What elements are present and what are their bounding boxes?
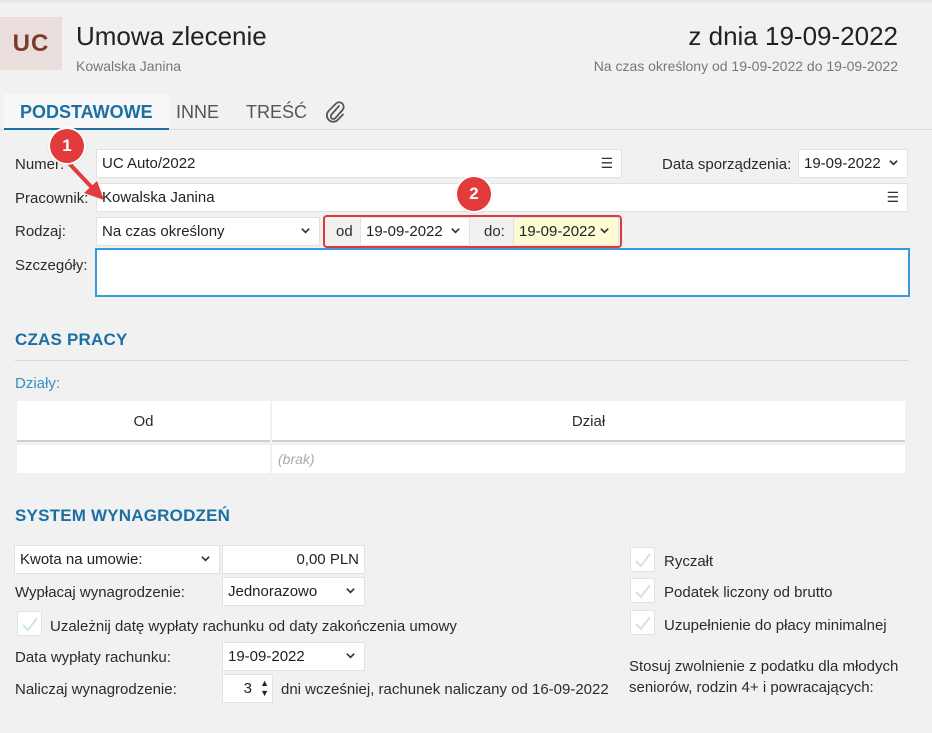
- system-wynagrodzen-title: SYSTEM WYNAGRODZEŃ: [15, 506, 231, 525]
- wyplacaj-label: Wypłacaj wynagrodzenie:: [15, 584, 185, 601]
- czas-pracy-title: CZAS PRACY: [15, 330, 128, 349]
- chevron-down-icon: [345, 644, 356, 670]
- annotation-badge-1: 1: [50, 129, 84, 163]
- kwota-type-value: Kwota na umowie:: [20, 551, 143, 568]
- chevron-down-icon: [345, 579, 356, 605]
- uzupelnienie-checkbox[interactable]: [630, 610, 655, 635]
- section-divider: [15, 360, 908, 361]
- szczegoly-label: Szczegóły:: [15, 257, 88, 274]
- tab-bar: PODSTAWOWE INNE TREŚĆ: [0, 94, 932, 130]
- uzupelnienie-label: Uzupełnienie do płacy minimalnej: [664, 617, 887, 634]
- rodzaj-value: Na czas określony: [102, 223, 225, 240]
- zwolnienie-label: Stosuj zwolnienie z podatku dla młodych …: [629, 658, 899, 696]
- tab-podstawowe[interactable]: PODSTAWOWE: [4, 94, 169, 130]
- document-date: z dnia 19-09-2022: [688, 21, 898, 51]
- naliczaj-suffix: dni wcześniej, rachunek naliczany od 16-…: [281, 681, 609, 698]
- checkmark-icon: [634, 583, 651, 599]
- wyplacaj-select[interactable]: Jednorazowo: [222, 577, 365, 606]
- top-border: [0, 0, 932, 3]
- wyplacaj-value: Jednorazowo: [228, 583, 318, 600]
- kwota-amount-input[interactable]: 0,00 PLN: [222, 545, 365, 574]
- stepper-arrows-icon[interactable]: ▲ ▼: [260, 678, 269, 698]
- chevron-down-icon: [888, 151, 899, 177]
- data-wyplaty-label: Data wypłaty rachunku:: [15, 649, 171, 666]
- numer-field[interactable]: UC Auto/2022 ☰: [96, 149, 622, 178]
- paperclip-icon: [325, 101, 345, 123]
- naliczaj-value: 3: [243, 680, 252, 697]
- table-empty-text: (brak): [272, 445, 905, 473]
- podatek-brutto-label: Podatek liczony od brutto: [664, 584, 833, 601]
- document-type-badge: UC: [0, 17, 62, 70]
- kwota-type-select[interactable]: Kwota na umowie:: [14, 545, 220, 574]
- table-cell-empty: [17, 445, 270, 473]
- checkmark-icon: [21, 616, 38, 632]
- data-wyplaty-select[interactable]: 19-09-2022: [222, 642, 365, 671]
- menu-icon[interactable]: ☰: [600, 150, 613, 177]
- data-sporzadzenia-value: 19-09-2022: [804, 155, 881, 172]
- naliczaj-stepper[interactable]: 3 ▲ ▼: [222, 674, 273, 703]
- column-header-dzial[interactable]: Dział: [272, 401, 905, 442]
- annotation-highlight-box: [323, 215, 622, 248]
- employee-subtitle: Kowalska Janina: [76, 58, 182, 74]
- checkmark-icon: [634, 552, 651, 568]
- podatek-brutto-checkbox[interactable]: [630, 578, 655, 603]
- ryczalt-checkbox[interactable]: [630, 547, 655, 572]
- chevron-down-icon: [200, 547, 211, 573]
- uzaleznij-label: Uzależnij datę wypłaty rachunku od daty …: [50, 618, 457, 635]
- rodzaj-select[interactable]: Na czas określony: [96, 217, 320, 246]
- data-sporzadzenia-label: Data sporządzenia:: [662, 156, 792, 173]
- menu-icon[interactable]: ☰: [886, 184, 899, 211]
- dzialy-label: Działy:: [15, 375, 61, 392]
- ryczalt-label: Ryczałt: [664, 553, 714, 570]
- column-header-od[interactable]: Od: [17, 401, 270, 442]
- checkmark-icon: [634, 615, 651, 631]
- uzaleznij-checkbox[interactable]: [17, 611, 42, 636]
- chevron-down-icon: [300, 219, 311, 245]
- naliczaj-label: Naliczaj wynagrodzenie:: [15, 681, 177, 698]
- tab-attachments[interactable]: [308, 94, 362, 130]
- tab-inne[interactable]: INNE: [160, 94, 235, 130]
- page-title: Umowa zlecenie: [76, 21, 267, 51]
- data-sporzadzenia-select[interactable]: 19-09-2022: [798, 149, 908, 178]
- annotation-badge-2: 2: [457, 177, 491, 211]
- pracownik-field[interactable]: Kowalska Janina ☰: [96, 183, 908, 212]
- data-wyplaty-value: 19-09-2022: [228, 648, 305, 665]
- rodzaj-label: Rodzaj:: [15, 223, 66, 240]
- contract-period: Na czas określony od 19-09-2022 do 19-09…: [593, 58, 898, 74]
- szczegoly-textarea[interactable]: [95, 248, 910, 297]
